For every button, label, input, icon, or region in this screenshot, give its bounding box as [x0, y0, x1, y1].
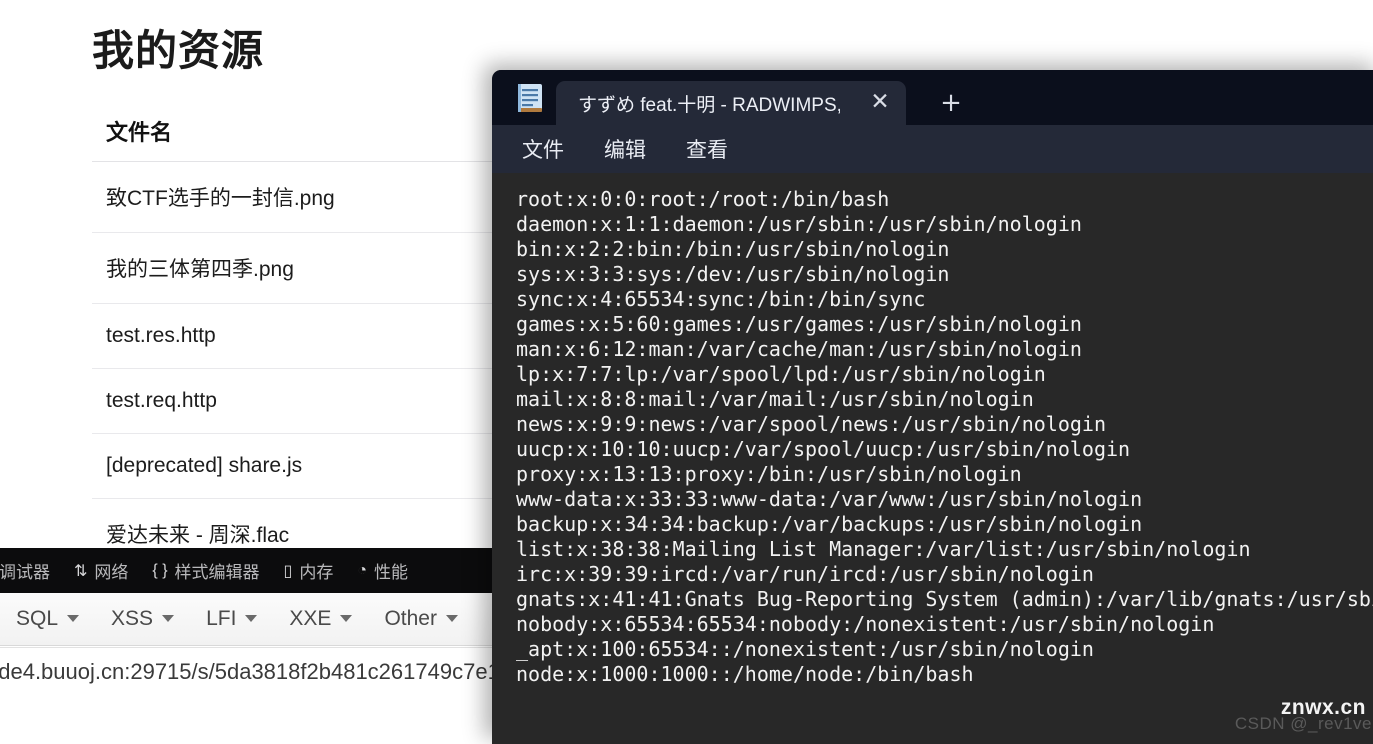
notepad-titlebar: すずめ feat.十明 - RADWIMPS,十明 ✕ + [492, 70, 1373, 125]
notepad-text-area[interactable]: root:x:0:0:root:/root:/bin/bash daemon:x… [492, 173, 1373, 744]
network-icon: ⇅ [74, 562, 88, 580]
devtools-tab-memory[interactable]: ▯ 内存 [272, 558, 346, 583]
notepad-menubar: 文件 编辑 查看 [492, 125, 1373, 173]
text-line: news:x:9:9:news:/var/spool/news:/usr/sbi… [516, 412, 1107, 436]
page-title: 我的资源 [92, 27, 265, 74]
text-line: sync:x:4:65534:sync:/bin:/bin/sync [516, 287, 926, 311]
hackbar-menu-other[interactable]: Other [368, 607, 474, 631]
memory-icon: ▯ [283, 562, 293, 580]
chevron-down-icon [67, 615, 80, 622]
url-bar[interactable]: ode4.buuoj.cn:29715/s/5da3818f2b481c2617… [0, 647, 492, 695]
devtools-tab-label: 网络 [94, 563, 129, 582]
hackbar-menu-label: XXE [289, 607, 332, 630]
text-line: node:x:1000:1000::/home/node:/bin/bash [516, 662, 974, 686]
devtools-tab-label: 内存 [299, 563, 334, 582]
text-line: _apt:x:100:65534::/nonexistent:/usr/sbin… [516, 637, 1094, 661]
hackbar-menu-label: LFI [206, 607, 237, 630]
chevron-down-icon [445, 615, 458, 622]
hackbar-menu-lfi[interactable]: LFI [190, 607, 273, 631]
devtools-tab-label: 样式编辑器 [174, 563, 260, 582]
watermark-secondary: CSDN @_rev1ve [1234, 714, 1372, 733]
hackbar-menu-label: SQL [16, 607, 59, 630]
text-line: mail:x:8:8:mail:/var/mail:/usr/sbin/nolo… [516, 387, 1034, 411]
chevron-down-icon [245, 615, 258, 622]
notepad-icon [518, 84, 542, 112]
menu-item-view[interactable]: 查看 [674, 130, 740, 168]
hackbar-menu-xss[interactable]: XSS [95, 607, 190, 631]
chevron-down-icon [162, 615, 175, 622]
text-line: irc:x:39:39:ircd:/var/run/ircd:/usr/sbin… [516, 562, 1094, 586]
devtools-tab-debugger[interactable]: 调试器 [0, 558, 62, 583]
text-line: bin:x:2:2:bin:/bin:/usr/sbin/nologin [516, 237, 950, 261]
notepad-window: すずめ feat.十明 - RADWIMPS,十明 ✕ + 文件 编辑 查看 r… [492, 70, 1373, 744]
devtools-tab-label: 性能 [374, 563, 409, 582]
text-line: games:x:5:60:games:/usr/games:/usr/sbin/… [516, 312, 1082, 336]
notepad-tab[interactable]: すずめ feat.十明 - RADWIMPS,十明 ✕ [556, 81, 906, 125]
text-line: uucp:x:10:10:uucp:/var/spool/uucp:/usr/s… [516, 437, 1131, 461]
devtools-toolbar: 调试器 ⇅ 网络 { } 样式编辑器 ▯ 内存 ◔ 性能 [0, 548, 492, 593]
text-line: gnats:x:41:41:Gnats Bug-Reporting System… [516, 587, 1373, 611]
text-line: www-data:x:33:33:www-data:/var/www:/usr/… [516, 487, 1143, 511]
hackbar-toolbar: SQL XSS LFI XXE Other [0, 593, 492, 646]
page-whitespace [0, 695, 492, 744]
chevron-down-icon [340, 615, 353, 622]
text-line: list:x:38:38:Mailing List Manager:/var/l… [516, 537, 1251, 561]
hackbar-menu-label: Other [384, 607, 437, 630]
text-line: proxy:x:13:13:proxy:/bin:/usr/sbin/nolog… [516, 462, 1022, 486]
new-tab-button[interactable]: + [939, 90, 963, 116]
menu-item-file[interactable]: 文件 [510, 130, 576, 168]
style-editor-icon: { } [152, 561, 168, 579]
notepad-tab-title: すずめ feat.十明 - RADWIMPS,十明 [578, 95, 840, 116]
text-line: man:x:6:12:man:/var/cache/man:/usr/sbin/… [516, 337, 1082, 361]
devtools-tab-network[interactable]: ⇅ 网络 [62, 558, 140, 583]
devtools-tab-style-editor[interactable]: { } 样式编辑器 [140, 558, 271, 583]
hackbar-menu-sql[interactable]: SQL [0, 607, 95, 631]
text-line: nobody:x:65534:65534:nobody:/nonexistent… [516, 612, 1215, 636]
hackbar-menu-xxe[interactable]: XXE [273, 607, 368, 631]
screen-root: 我的资源 文件名 致CTF选手的一封信.png 我的三体第四季.png test… [0, 0, 1373, 744]
devtools-tab-performance[interactable]: ◔ 性能 [345, 558, 420, 583]
menu-item-edit[interactable]: 编辑 [592, 130, 658, 168]
text-line: root:x:0:0:root:/root:/bin/bash [516, 187, 890, 211]
url-text: ode4.buuoj.cn:29715/s/5da3818f2b481c2617… [0, 658, 492, 684]
performance-icon: ◔ [357, 561, 368, 579]
text-line: backup:x:34:34:backup:/var/backups:/usr/… [516, 512, 1143, 536]
devtools-tab-label: 调试器 [0, 563, 50, 582]
close-icon[interactable]: ✕ [868, 91, 892, 115]
text-line: lp:x:7:7:lp:/var/spool/lpd:/usr/sbin/nol… [516, 362, 1046, 386]
text-line: sys:x:3:3:sys:/dev:/usr/sbin/nologin [516, 262, 950, 286]
hackbar-menu-label: XSS [111, 607, 154, 630]
text-line: daemon:x:1:1:daemon:/usr/sbin:/usr/sbin/… [516, 212, 1082, 236]
